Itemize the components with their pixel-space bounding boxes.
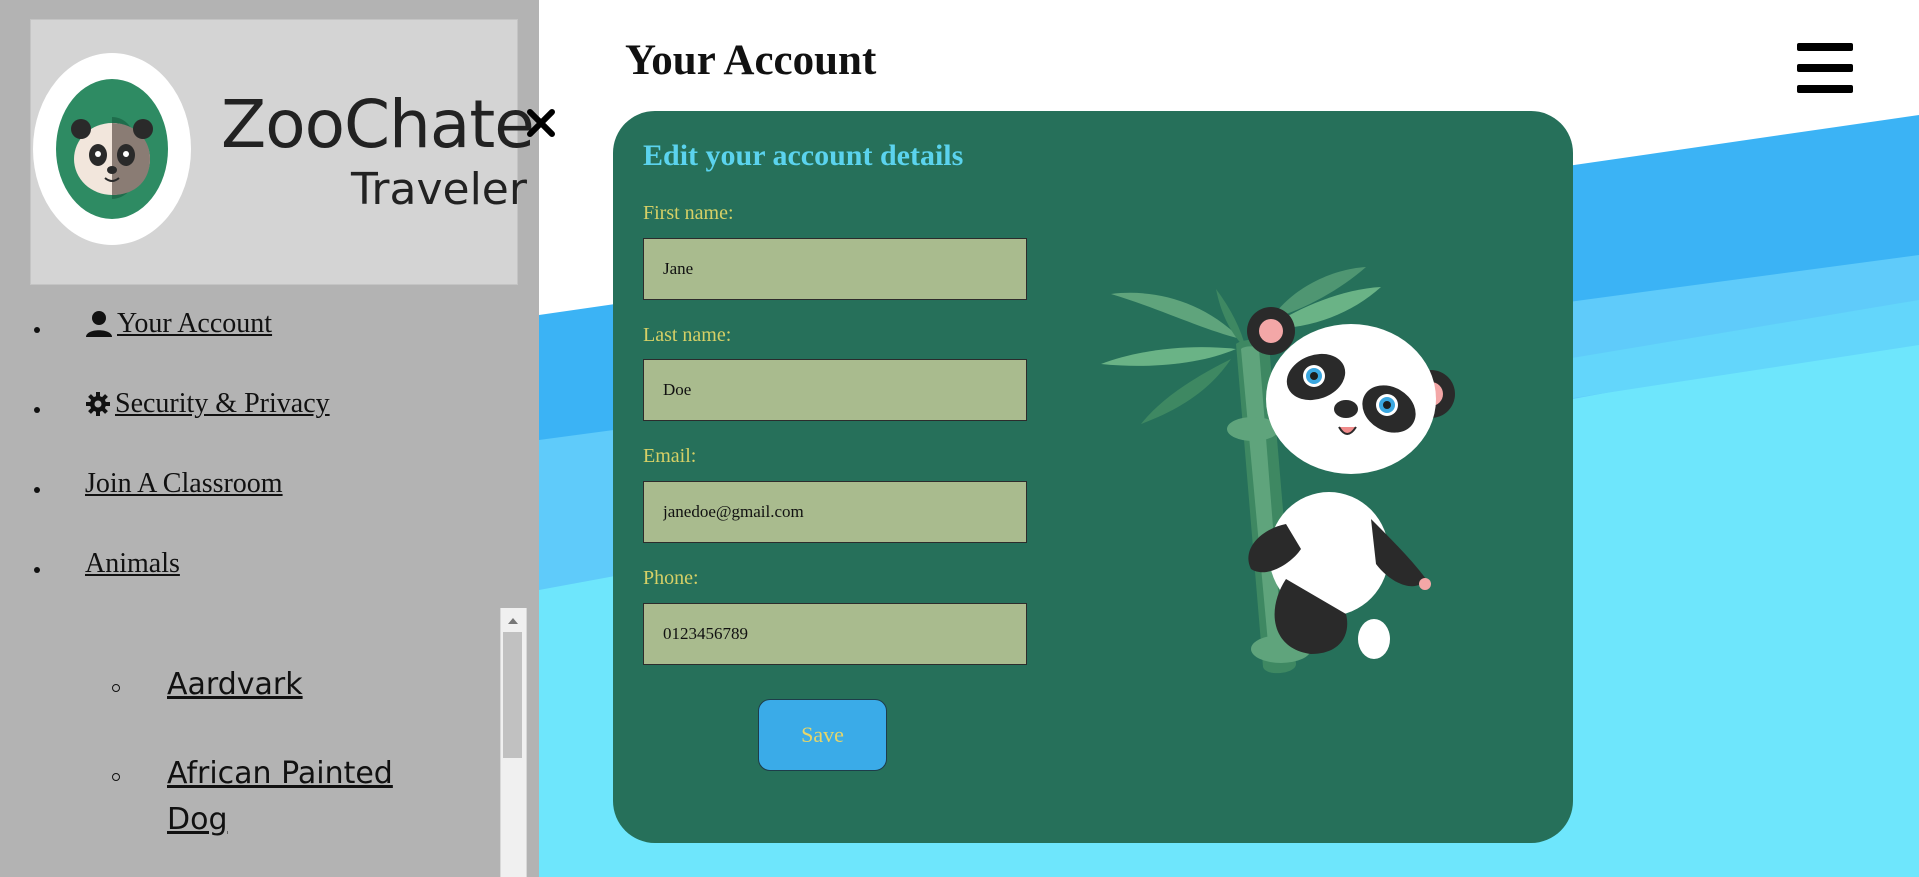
form-heading: Edit your account details bbox=[643, 139, 964, 172]
your-account-link[interactable]: Your Account bbox=[85, 308, 272, 340]
hamburger-icon-bar bbox=[1797, 85, 1853, 93]
sidebar-item-join-classroom: Join A Classroom bbox=[0, 460, 539, 540]
aardvark-link[interactable]: Aardvark bbox=[167, 662, 427, 708]
scroll-up-arrow-icon[interactable] bbox=[508, 618, 518, 624]
sidebar: ZooChater Traveler Your Account Security… bbox=[0, 0, 539, 877]
page-title: Your Account bbox=[625, 37, 877, 84]
join-classroom-link[interactable]: Join A Classroom bbox=[85, 468, 283, 500]
gear-icon bbox=[86, 392, 110, 416]
list-bullet bbox=[112, 684, 120, 692]
security-privacy-link[interactable]: Security & Privacy bbox=[85, 388, 330, 420]
panda-logo-icon bbox=[33, 53, 191, 245]
last-name-input[interactable] bbox=[643, 359, 1027, 421]
list-bullet bbox=[112, 773, 120, 781]
sidebar-item-security: Security & Privacy bbox=[0, 380, 539, 460]
phone-input[interactable] bbox=[643, 603, 1027, 665]
logo-subtitle: Traveler bbox=[351, 164, 527, 215]
scroll-thumb[interactable] bbox=[503, 632, 522, 758]
sidebar-item-your-account: Your Account bbox=[0, 300, 539, 380]
save-button[interactable]: Save bbox=[758, 699, 887, 771]
first-name-label: First name: bbox=[643, 202, 734, 224]
phone-label: Phone: bbox=[643, 567, 699, 589]
hamburger-icon bbox=[1797, 43, 1853, 51]
account-details-card: Edit your account details First name: La… bbox=[613, 111, 1573, 843]
list-bullet bbox=[34, 567, 40, 573]
security-privacy-label: Security & Privacy bbox=[115, 388, 330, 419]
logo-title: ZooChater bbox=[221, 86, 539, 163]
list-bullet bbox=[34, 407, 40, 413]
email-input[interactable] bbox=[643, 481, 1027, 543]
panda-illustration bbox=[1101, 267, 1455, 674]
african-painted-dog-link[interactable]: African Painted Dog bbox=[167, 751, 427, 843]
app-logo[interactable]: ZooChater Traveler bbox=[30, 19, 539, 285]
email-label: Email: bbox=[643, 445, 697, 467]
hamburger-menu-button[interactable] bbox=[1797, 43, 1853, 93]
sidebar-item-animals: Animals bbox=[0, 540, 539, 620]
sidebar-nav: Your Account Security & Privacy Join A C… bbox=[0, 300, 539, 620]
person-icon bbox=[86, 311, 112, 337]
list-bullet bbox=[34, 327, 40, 333]
last-name-label: Last name: bbox=[643, 324, 732, 346]
your-account-label: Your Account bbox=[117, 308, 273, 339]
first-name-input[interactable] bbox=[643, 238, 1027, 300]
close-icon bbox=[527, 109, 555, 137]
animals-scrollbar[interactable] bbox=[500, 608, 527, 877]
hamburger-icon-bar bbox=[1797, 64, 1853, 72]
animals-sublist: Aardvark African Painted Dog bbox=[0, 620, 500, 877]
list-bullet bbox=[34, 487, 40, 493]
animals-link[interactable]: Animals bbox=[85, 548, 180, 580]
close-sidebar-button[interactable] bbox=[524, 106, 558, 140]
